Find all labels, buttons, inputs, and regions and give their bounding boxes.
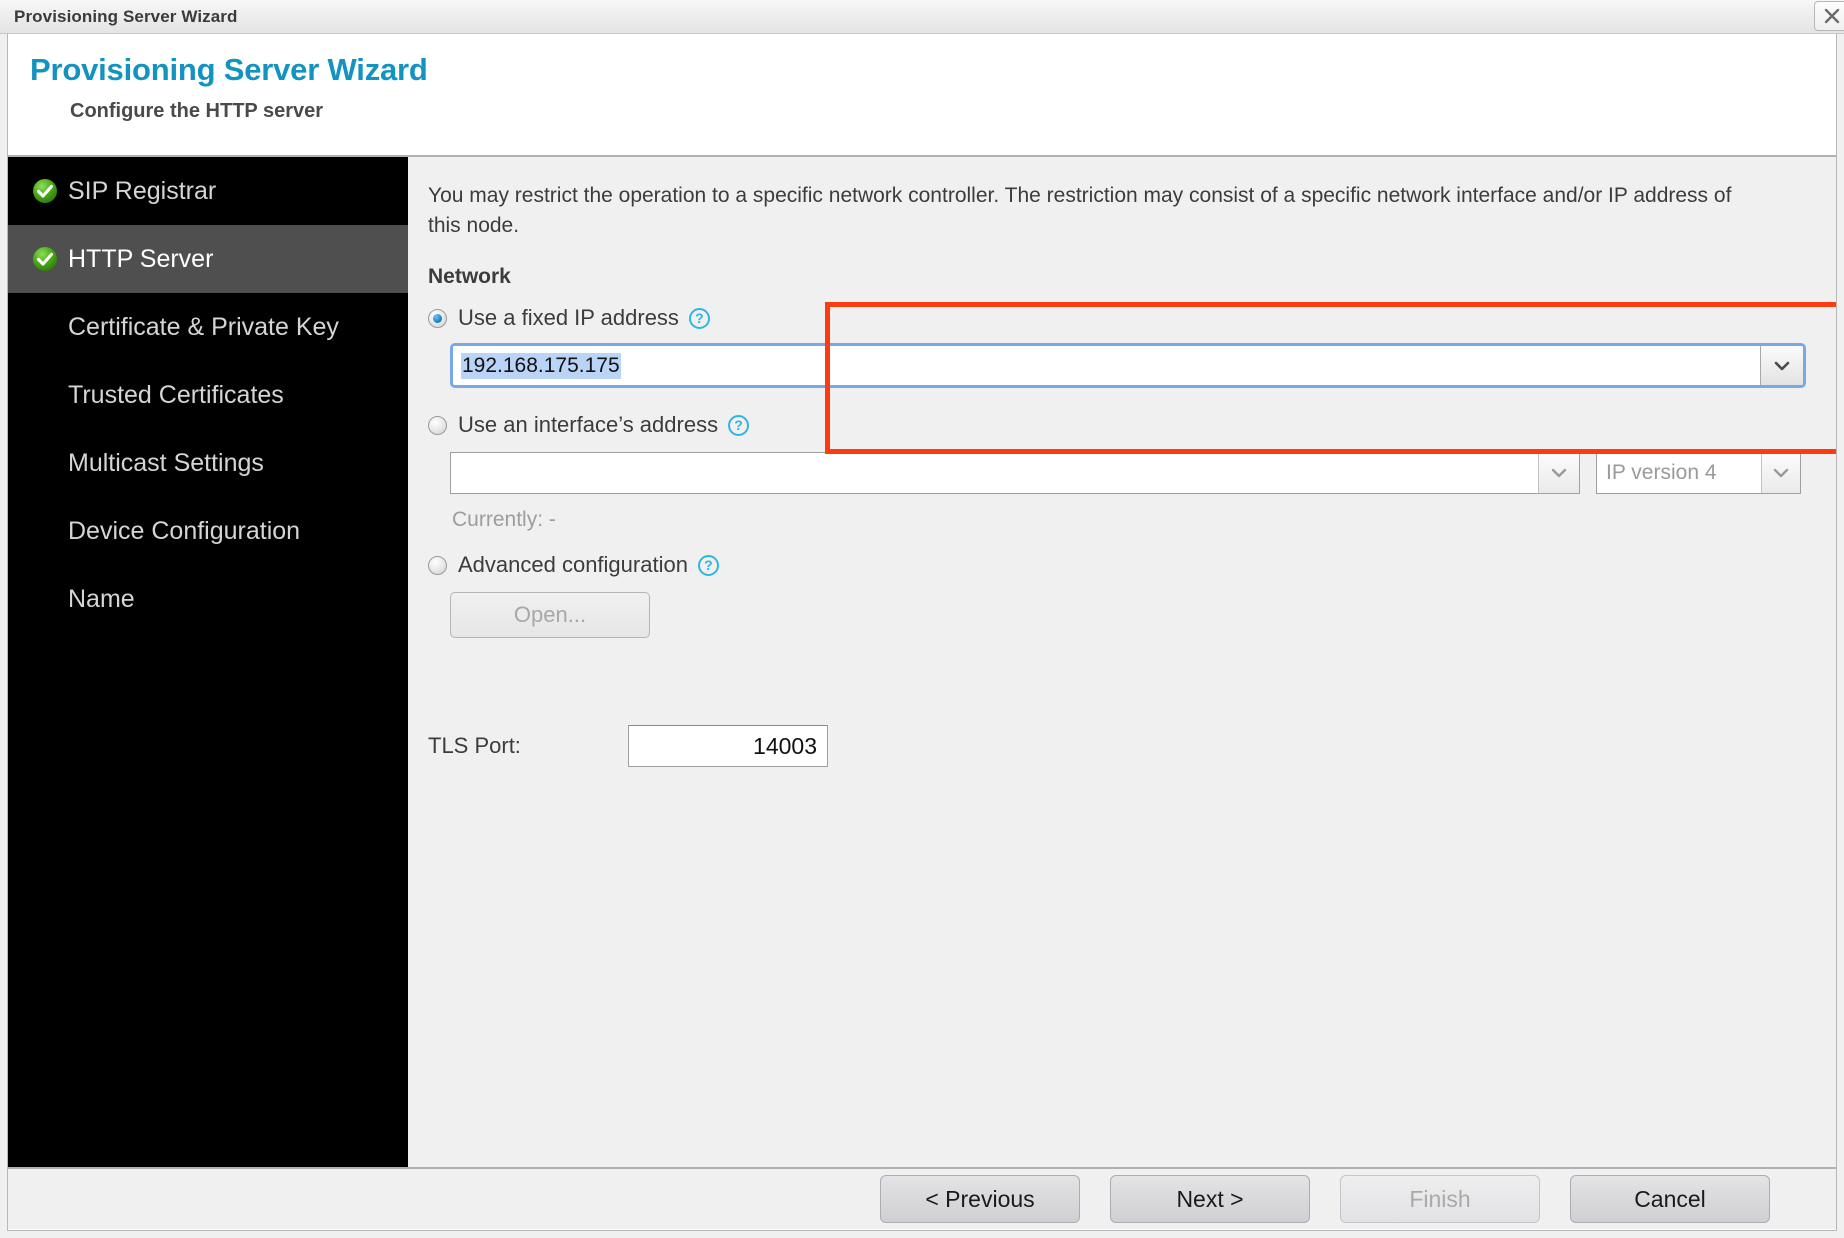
currently-text: Currently: -: [452, 508, 556, 531]
radio-use-fixed-ip[interactable]: [428, 308, 447, 328]
fixed-ip-value: 192.168.175.175: [461, 352, 621, 379]
wizard-header: Provisioning Server Wizard Configure the…: [8, 34, 1836, 157]
ip-version-value: IP version 4: [1606, 461, 1717, 484]
advanced-configuration-option-row[interactable]: Advanced configuration ?: [428, 550, 1823, 580]
sidebar-item-certificate-private-key[interactable]: Certificate & Private Key: [8, 293, 408, 361]
interface-address-dropdown-button[interactable]: [1538, 453, 1579, 493]
cancel-button[interactable]: Cancel: [1570, 1175, 1770, 1223]
ip-version-combobox[interactable]: IP version 4: [1596, 452, 1801, 494]
chevron-down-icon: [1774, 361, 1790, 370]
interface-address-combobox[interactable]: [450, 452, 1580, 494]
sidebar-item-http-server[interactable]: HTTP Server: [8, 225, 408, 293]
radio-advanced-configuration[interactable]: [428, 555, 447, 575]
network-group-label: Network: [428, 265, 511, 288]
help-icon[interactable]: ?: [697, 554, 719, 576]
radio-use-interface-address[interactable]: [428, 415, 447, 435]
interface-address-label: Use an interface’s address: [458, 412, 719, 437]
sidebar-item-label: Device Configuration: [68, 516, 301, 545]
sidebar-item-label: SIP Registrar: [68, 176, 217, 205]
sidebar-item-label: Name: [68, 584, 135, 613]
wizard-content-panel: You may restrict the operation to a spec…: [408, 157, 1836, 1167]
wizard-footer: < Previous Next > Finish Cancel: [8, 1167, 1836, 1229]
tls-port-label: TLS Port:: [428, 733, 521, 758]
sidebar-item-label: Trusted Certificates: [68, 380, 284, 409]
window-titlebar: Provisioning Server Wizard: [0, 0, 1844, 34]
check-circle-icon: [32, 178, 58, 204]
ip-version-dropdown-button[interactable]: [1761, 453, 1800, 493]
fixed-ip-label: Use a fixed IP address: [458, 305, 679, 330]
advanced-configuration-label: Advanced configuration: [458, 552, 688, 577]
page-title: Provisioning Server Wizard: [30, 52, 428, 87]
tls-port-input[interactable]: 14003: [628, 725, 828, 767]
sidebar-item-trusted-certificates[interactable]: Trusted Certificates: [8, 361, 408, 429]
interface-address-row: IP version 4: [450, 452, 1823, 494]
interface-address-input[interactable]: [451, 453, 1538, 493]
help-icon[interactable]: ?: [688, 307, 710, 329]
wizard-body: Provisioning Server Wizard Configure the…: [7, 34, 1837, 1231]
window-title: Provisioning Server Wizard: [14, 6, 238, 26]
sidebar-item-name[interactable]: Name: [8, 565, 408, 633]
close-window-button[interactable]: [1814, 1, 1844, 31]
provisioning-server-wizard-window: Provisioning Server Wizard Provisioning …: [0, 0, 1844, 1238]
fixed-ip-combobox[interactable]: 192.168.175.175: [450, 343, 1806, 388]
fixed-ip-option-row[interactable]: Use a fixed IP address ?: [428, 303, 1823, 333]
tls-port-row: TLS Port: 14003: [428, 725, 828, 767]
network-group: Network Use a fixed IP address ? 192.168…: [428, 265, 1823, 638]
sidebar-item-device-configuration[interactable]: Device Configuration: [8, 497, 408, 565]
sidebar-item-multicast-settings[interactable]: Multicast Settings: [8, 429, 408, 497]
help-icon[interactable]: ?: [728, 414, 750, 436]
finish-button: Finish: [1340, 1175, 1540, 1223]
open-advanced-button[interactable]: Open...: [450, 592, 650, 638]
wizard-step-sidebar: SIP Registrar HTTP Server Certificate & …: [8, 157, 408, 1167]
sidebar-item-label: HTTP Server: [68, 244, 214, 273]
previous-button[interactable]: < Previous: [880, 1175, 1080, 1223]
close-icon: [1824, 8, 1840, 24]
sidebar-item-label: Multicast Settings: [68, 448, 264, 477]
fixed-ip-input[interactable]: 192.168.175.175: [453, 346, 1760, 385]
fixed-ip-dropdown-button[interactable]: [1760, 346, 1803, 385]
check-circle-icon: [32, 246, 58, 272]
interface-address-option-row[interactable]: Use an interface’s address ?: [428, 410, 1823, 440]
page-subtitle: Configure the HTTP server: [70, 100, 324, 122]
chevron-down-icon: [1551, 468, 1567, 478]
sidebar-item-label: Certificate & Private Key: [68, 312, 339, 341]
next-button[interactable]: Next >: [1110, 1175, 1310, 1223]
intro-text: You may restrict the operation to a spec…: [428, 184, 1732, 237]
sidebar-item-sip-registrar[interactable]: SIP Registrar: [8, 157, 408, 225]
chevron-down-icon: [1773, 468, 1789, 478]
